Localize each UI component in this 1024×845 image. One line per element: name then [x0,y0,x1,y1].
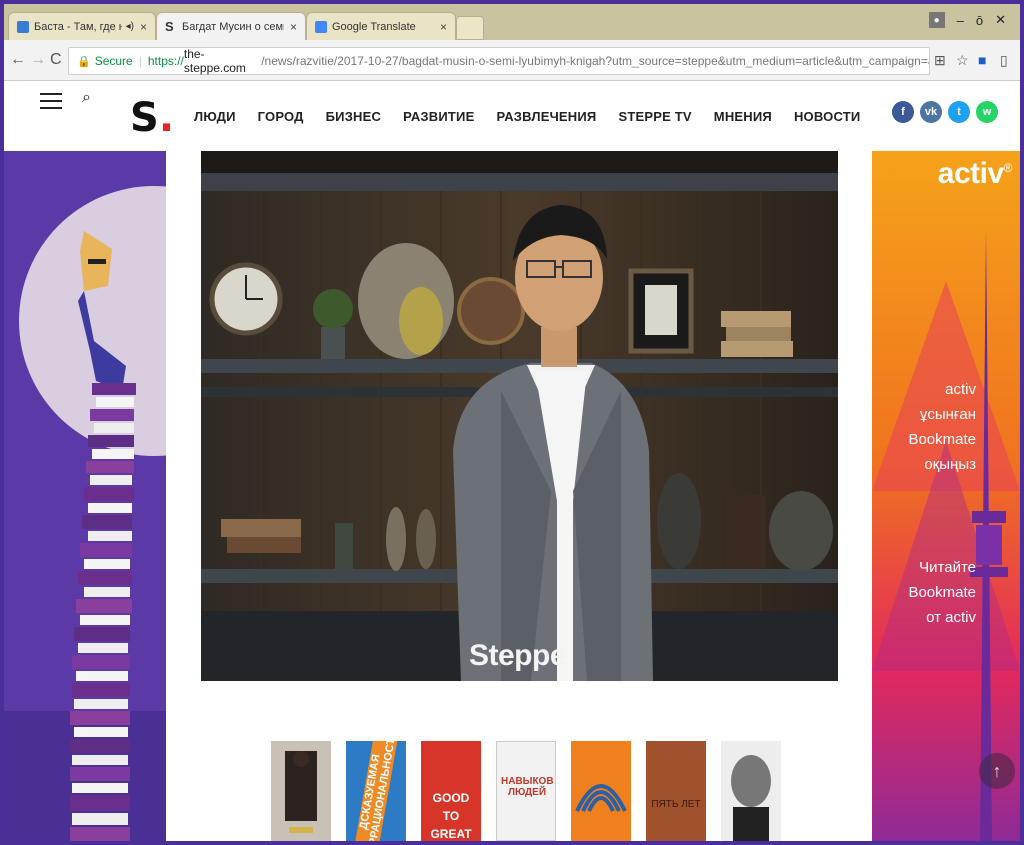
tab-close-icon[interactable]: × [440,20,447,34]
search-icon[interactable]: ⌕ [82,89,91,107]
ad-line: ұсынған [919,406,976,423]
translate-icon[interactable]: ⊞ [934,52,946,69]
book-cover[interactable]: НАВЫКОВ ЛЮДЕЙ [496,741,556,841]
tab-title: Google Translate [332,20,416,33]
ad-line: оқыңыз [924,456,976,473]
tab-title: Багдат Мусин о семи л [182,20,284,33]
right-ad-banner[interactable]: activ® activ ұсынған Bookmate оқыңыз Чит… [872,151,1020,841]
google-translate-favicon [315,20,327,33]
site-header: ⌕ S. ЛЮДИ ГОРОД БИЗНЕС РАЗВИТИЕ РАЗВЛЕЧЕ… [4,81,1020,151]
activ-logo: activ® [937,157,1013,191]
twitter-icon[interactable]: t [948,101,970,123]
steppe-favicon: S [165,18,174,34]
ad-line: Читайте [919,559,976,576]
reload-icon[interactable]: C [50,51,62,69]
new-tab-button[interactable] [456,16,484,40]
youtube-favicon [17,20,29,33]
book-title: ПЯТЬ ЛЕТ [651,799,701,810]
tab-close-icon[interactable]: × [290,20,297,34]
url-host: the-steppe.com [183,47,246,75]
minimize-button[interactable]: – [957,13,964,28]
facebook-icon[interactable]: f [892,101,914,123]
nav-item-city[interactable]: ГОРОД [258,109,304,124]
nav-item-steppe-tv[interactable]: STEPPE TV [618,109,691,124]
book-cover[interactable]: ПЯТЬ ЛЕТ [646,741,706,841]
logo-dot: . [158,95,175,141]
audio-icon: ◂) [125,21,134,32]
site-logo[interactable]: S. [130,95,174,141]
menu-icon[interactable]: ▯ [1000,52,1008,69]
russian-ad-text: Читайте Bookmate от activ [908,555,976,630]
tab-google-translate[interactable]: Google Translate × [306,12,456,40]
whatsapp-icon[interactable]: w [976,101,998,123]
restore-button[interactable]: ō [976,13,983,28]
hero-photo[interactable]: Steppe [201,151,838,681]
browser-toolbar: ← → C 🔒 Secure | https:// the-steppe.com… [4,40,1020,81]
steppe-watermark: Steppe [469,639,567,672]
left-ad-banner[interactable] [4,151,166,841]
book-title: НАВЫКОВ ЛЮДЕЙ [501,776,554,798]
kazakh-ad-text: activ ұсынған Bookmate оқыңыз [908,377,976,477]
profile-icon[interactable]: ● [928,12,945,28]
book-cover[interactable]: GOOD TO GREAT [421,741,481,841]
extension-icon[interactable]: ■ [978,52,986,68]
book-cover[interactable]: ДСКАЗУЕМАЯ ИРРАЦИОНАЛЬНОСТЬ [346,741,406,841]
social-links: f vk t w [892,101,998,123]
close-window-button[interactable]: ✕ [995,12,1006,28]
ad-line: Bookmate [908,584,976,601]
forward-arrow-icon[interactable]: → [30,51,46,69]
ad-line: Bookmate [908,431,976,448]
tab-basta[interactable]: Баста - Там, где нас ◂) × [8,12,156,40]
nav-item-development[interactable]: РАЗВИТИЕ [403,109,474,124]
web-page: ⌕ S. ЛЮДИ ГОРОД БИЗНЕС РАЗВИТИЕ РАЗВЛЕЧЕ… [4,81,1020,841]
hamburger-menu-icon[interactable] [40,93,62,114]
secure-label: Secure [94,54,133,68]
logo-letter: S [130,95,159,141]
portrait-bookshelf-illustration [201,151,838,681]
nav-item-entertainment[interactable]: РАЗВЛЕЧЕНИЯ [496,109,596,124]
book-title: ДСКАЗУЕМАЯ ИРРАЦИОНАЛЬНОСТЬ [353,741,399,841]
nav-item-news[interactable]: НОВОСТИ [794,109,860,124]
bookmark-star-icon[interactable]: ☆ [956,52,969,69]
lock-icon: 🔒 [77,55,91,68]
registered-mark: ® [1003,161,1013,175]
reader-on-books-illustration [4,151,166,841]
window-controls: ● – ō ✕ [928,12,1006,28]
book-title: GOOD TO GREAT [430,791,472,841]
main-nav: ЛЮДИ ГОРОД БИЗНЕС РАЗВИТИЕ РАЗВЛЕЧЕНИЯ S… [194,109,860,124]
tv-tower-illustration [872,231,1020,841]
ad-line: от activ [926,609,976,626]
tab-close-icon[interactable]: × [140,20,147,34]
tab-steppe[interactable]: S Багдат Мусин о семи л × [156,12,306,40]
book-cover[interactable] [271,741,331,841]
divider: | [138,54,142,68]
vk-icon[interactable]: vk [920,101,942,123]
tab-strip: Баста - Там, где нас ◂) × S Багдат Мусин… [4,4,1020,40]
tab-title: Баста - Там, где нас [34,20,122,33]
book-cover[interactable] [571,741,631,841]
ad-line: activ [945,381,976,398]
brand-name: activ [937,157,1004,190]
url-protocol: https:// [147,54,184,68]
nav-item-people[interactable]: ЛЮДИ [194,109,236,124]
address-bar[interactable]: 🔒 Secure | https:// the-steppe.com /news… [68,47,930,75]
nav-item-opinions[interactable]: МНЕНИЯ [714,109,772,124]
nav-item-business[interactable]: БИЗНЕС [326,109,381,124]
url-path: /news/razvitie/2017-10-27/bagdat-musin-o… [261,54,929,68]
scroll-to-top-button[interactable]: ↑ [979,753,1015,789]
back-arrow-icon[interactable]: ← [10,51,26,69]
book-cover[interactable] [721,741,781,841]
